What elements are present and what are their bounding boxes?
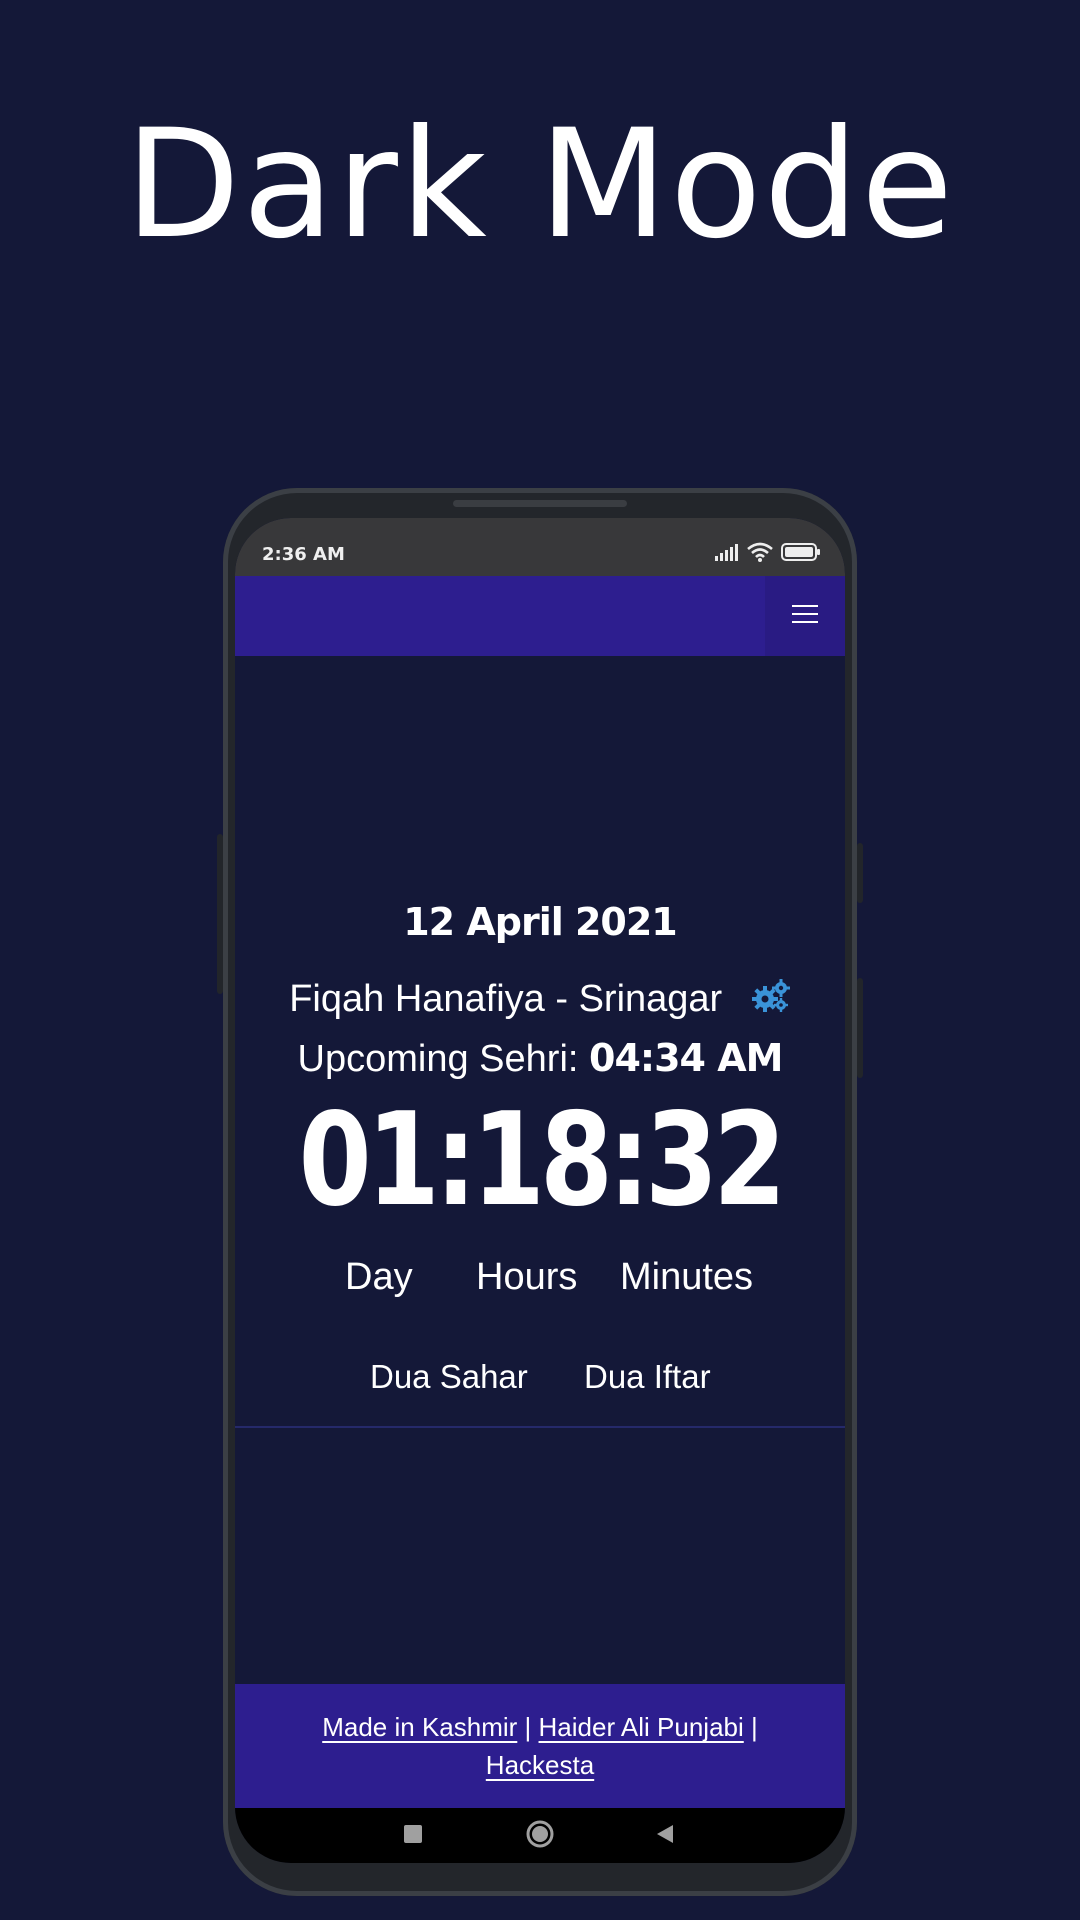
unit-hours: Hours bbox=[476, 1256, 578, 1298]
haider-ali-punjabi-link[interactable]: Haider Ali Punjabi bbox=[539, 1712, 744, 1742]
dua-links: Dua Sahar Dua Iftar bbox=[235, 1358, 845, 1408]
dua-sahar-link[interactable]: Dua Sahar bbox=[370, 1358, 528, 1396]
back-triangle-icon bbox=[654, 1823, 676, 1849]
recents-button[interactable] bbox=[383, 1808, 443, 1863]
top-navbar bbox=[235, 576, 845, 656]
upcoming-label: Upcoming Sehri: bbox=[297, 1038, 579, 1080]
dua-iftar-link[interactable]: Dua Iftar bbox=[584, 1358, 711, 1396]
battery-icon bbox=[781, 542, 821, 566]
footer-separator: | bbox=[524, 1712, 532, 1742]
wifi-icon bbox=[747, 542, 773, 566]
countdown-units: Day Hours Minutes bbox=[235, 1256, 845, 1306]
hackesta-link[interactable]: Hackesta bbox=[486, 1750, 594, 1780]
unit-day: Day bbox=[345, 1256, 413, 1298]
unit-minutes: Minutes bbox=[620, 1256, 754, 1298]
recents-square-icon bbox=[403, 1824, 423, 1848]
phone-speaker bbox=[453, 500, 627, 507]
menu-button[interactable] bbox=[765, 576, 845, 656]
phone-side-button-top bbox=[857, 843, 863, 903]
location-label: Fiqah Hanafiya - Srinagar bbox=[289, 978, 723, 1020]
hamburger-menu-icon bbox=[792, 603, 818, 629]
upcoming-time: 04:34 AM bbox=[589, 1036, 783, 1080]
date-label: 12 April 2021 bbox=[403, 900, 678, 944]
main-content: 12 April 2021 Fiqah Hanafiya - Srinagar bbox=[235, 656, 845, 1684]
countdown-timer: 01:18:32 bbox=[298, 1086, 787, 1235]
home-button[interactable] bbox=[510, 1808, 570, 1863]
signal-icon bbox=[715, 543, 739, 565]
status-bar: 2:36 AM bbox=[235, 518, 845, 576]
gears-icon[interactable] bbox=[751, 978, 791, 1023]
phone-volume-button bbox=[217, 834, 223, 994]
status-icons bbox=[715, 542, 821, 566]
phone-power-button bbox=[857, 978, 863, 1078]
phone-screen: 2:36 AM 12 April 2021 Fiqah Hanafiya - S… bbox=[235, 518, 845, 1863]
headline: Dark Mode bbox=[124, 98, 956, 272]
footer-separator: | bbox=[751, 1712, 758, 1742]
system-navigation-bar bbox=[235, 1808, 845, 1863]
location-row: Fiqah Hanafiya - Srinagar bbox=[235, 978, 845, 1023]
home-circle-icon bbox=[525, 1819, 555, 1853]
status-time: 2:36 AM bbox=[262, 544, 345, 565]
made-in-kashmir-link[interactable]: Made in Kashmir bbox=[322, 1712, 517, 1742]
back-button[interactable] bbox=[635, 1808, 695, 1863]
upcoming-row: Upcoming Sehri: 04:34 AM bbox=[235, 1036, 845, 1081]
divider bbox=[235, 1426, 845, 1428]
footer: Made in Kashmir | Haider Ali Punjabi | H… bbox=[235, 1684, 845, 1808]
